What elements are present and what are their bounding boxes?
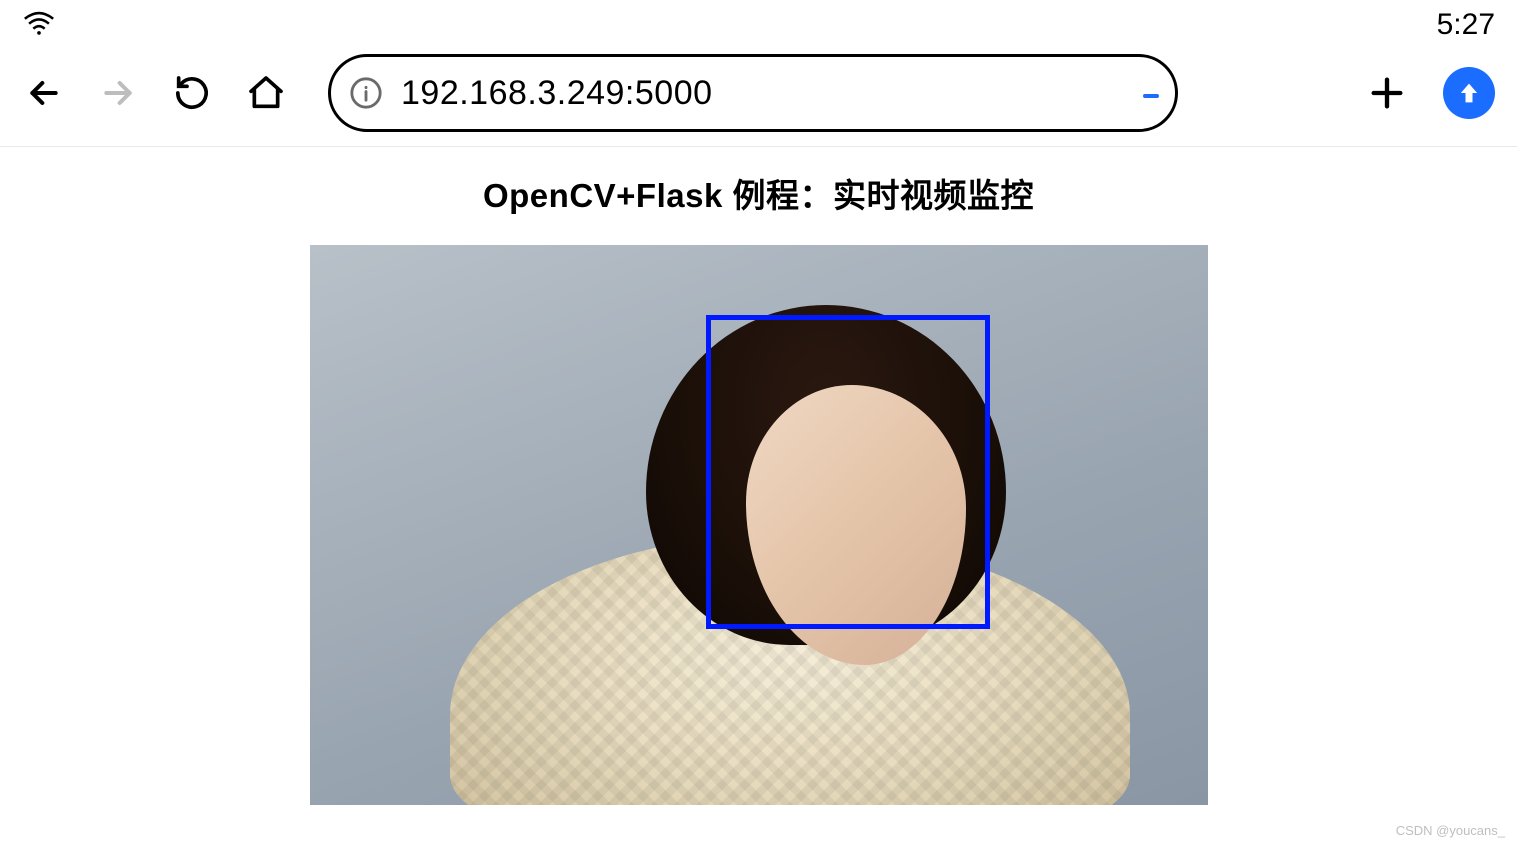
- back-button[interactable]: [22, 71, 66, 115]
- forward-button[interactable]: [96, 71, 140, 115]
- video-stream: [310, 245, 1208, 805]
- status-left: [22, 10, 56, 41]
- url-bar[interactable]: 192.168.3.249:5000: [328, 54, 1178, 132]
- watermark: CSDN @youcans_: [1396, 823, 1505, 838]
- page-content: OpenCV+Flask 例程：实时视频监控: [0, 147, 1517, 805]
- upload-button[interactable]: [1443, 67, 1495, 119]
- wifi-icon: [22, 10, 56, 41]
- new-tab-button[interactable]: [1365, 71, 1409, 115]
- status-time: 5:27: [1437, 8, 1495, 42]
- page-title: OpenCV+Flask 例程：实时视频监控: [483, 169, 1034, 217]
- status-bar: 5:27: [0, 0, 1517, 44]
- toolbar-right: [1365, 67, 1495, 119]
- url-text: 192.168.3.249:5000: [383, 74, 1151, 113]
- face-detection-box: [706, 315, 990, 629]
- browser-toolbar: 192.168.3.249:5000: [0, 44, 1517, 147]
- status-right: 5:27: [1423, 8, 1495, 42]
- site-info-icon[interactable]: [349, 76, 383, 110]
- reload-button[interactable]: [170, 71, 214, 115]
- home-button[interactable]: [244, 71, 288, 115]
